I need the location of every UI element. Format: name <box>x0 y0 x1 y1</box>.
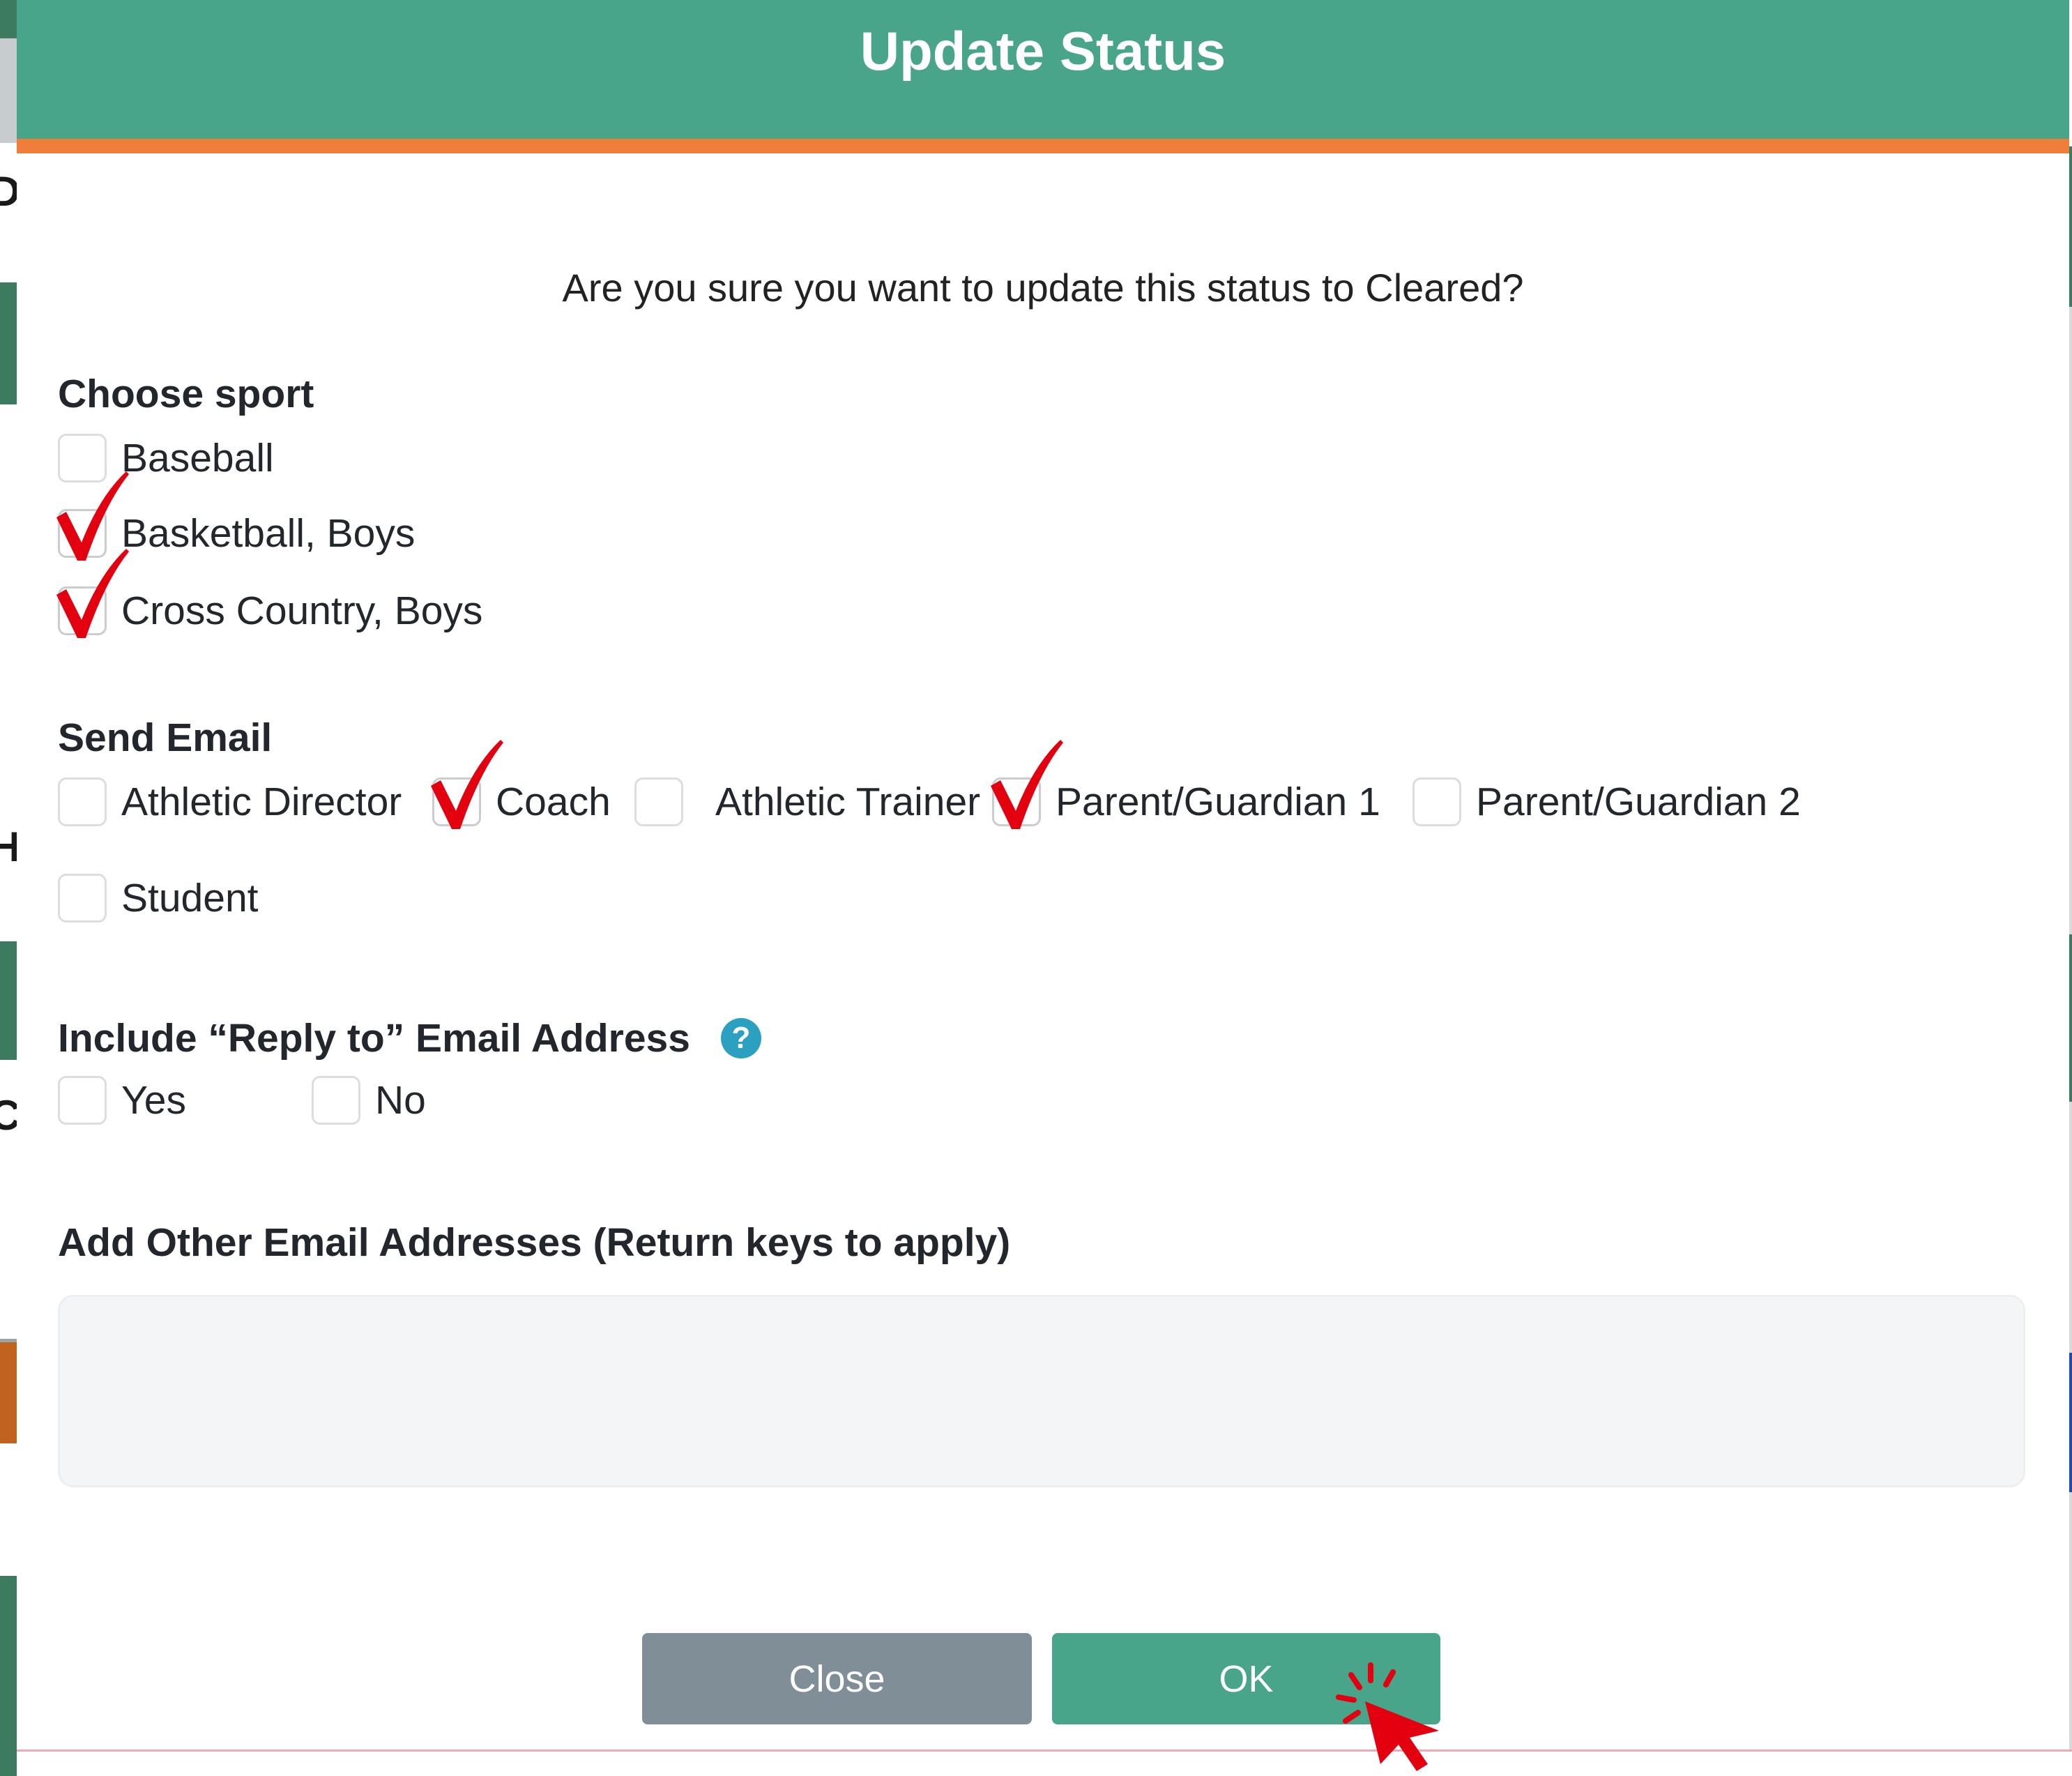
update-status-modal: Update Status Are you sure you want to u… <box>17 0 2069 1771</box>
cross-country-boys-label: Cross Country, Boys <box>121 589 483 633</box>
modal-bottom-border <box>17 1750 2072 1752</box>
click-cursor-icon <box>1336 1662 1439 1771</box>
confirmation-question: Are you sure you want to update this sta… <box>562 266 1524 310</box>
close-button[interactable]: Close <box>642 1633 1032 1724</box>
choose-sport-heading: Choose sport <box>58 372 314 416</box>
parent-guardian-2-label: Parent/Guardian 2 <box>1476 780 1801 824</box>
yes-checkbox[interactable] <box>58 1076 107 1125</box>
basketball-boys-label: Basketball, Boys <box>121 511 416 556</box>
red-check-mark-icon <box>56 549 129 638</box>
send-email-heading: Send Email <box>58 715 273 760</box>
athletic-director-checkbox[interactable] <box>58 777 107 826</box>
no-checkbox[interactable] <box>312 1076 360 1125</box>
athletic-trainer-checkbox[interactable] <box>634 777 683 826</box>
red-check-mark-icon <box>991 740 1063 829</box>
other-emails-input[interactable] <box>58 1295 2025 1487</box>
coach-label: Coach <box>496 780 611 824</box>
athletic-trainer-label: Athletic Trainer <box>715 780 981 824</box>
red-check-mark-icon <box>431 740 503 829</box>
background-page-right-edge <box>2069 146 2072 1750</box>
parent-guardian-1-label: Parent/Guardian 1 <box>1056 780 1380 824</box>
question-circle-icon[interactable]: ? <box>721 1018 761 1058</box>
other-emails-heading: Add Other Email Addresses (Return keys t… <box>58 1220 1011 1265</box>
baseball-label: Baseball <box>121 436 274 480</box>
background-page-edge: D H C <box>0 0 17 1776</box>
reply-to-heading: Include “Reply to” Email Address <box>58 1016 690 1061</box>
no-label: No <box>375 1078 426 1123</box>
student-label: Student <box>121 876 259 920</box>
athletic-director-label: Athletic Director <box>121 780 402 824</box>
student-checkbox[interactable] <box>58 874 107 923</box>
modal-title: Update Status <box>860 20 1226 82</box>
modal-header: Update Status <box>17 0 2069 153</box>
parent-guardian-2-checkbox[interactable] <box>1412 777 1461 826</box>
yes-label: Yes <box>121 1078 186 1123</box>
